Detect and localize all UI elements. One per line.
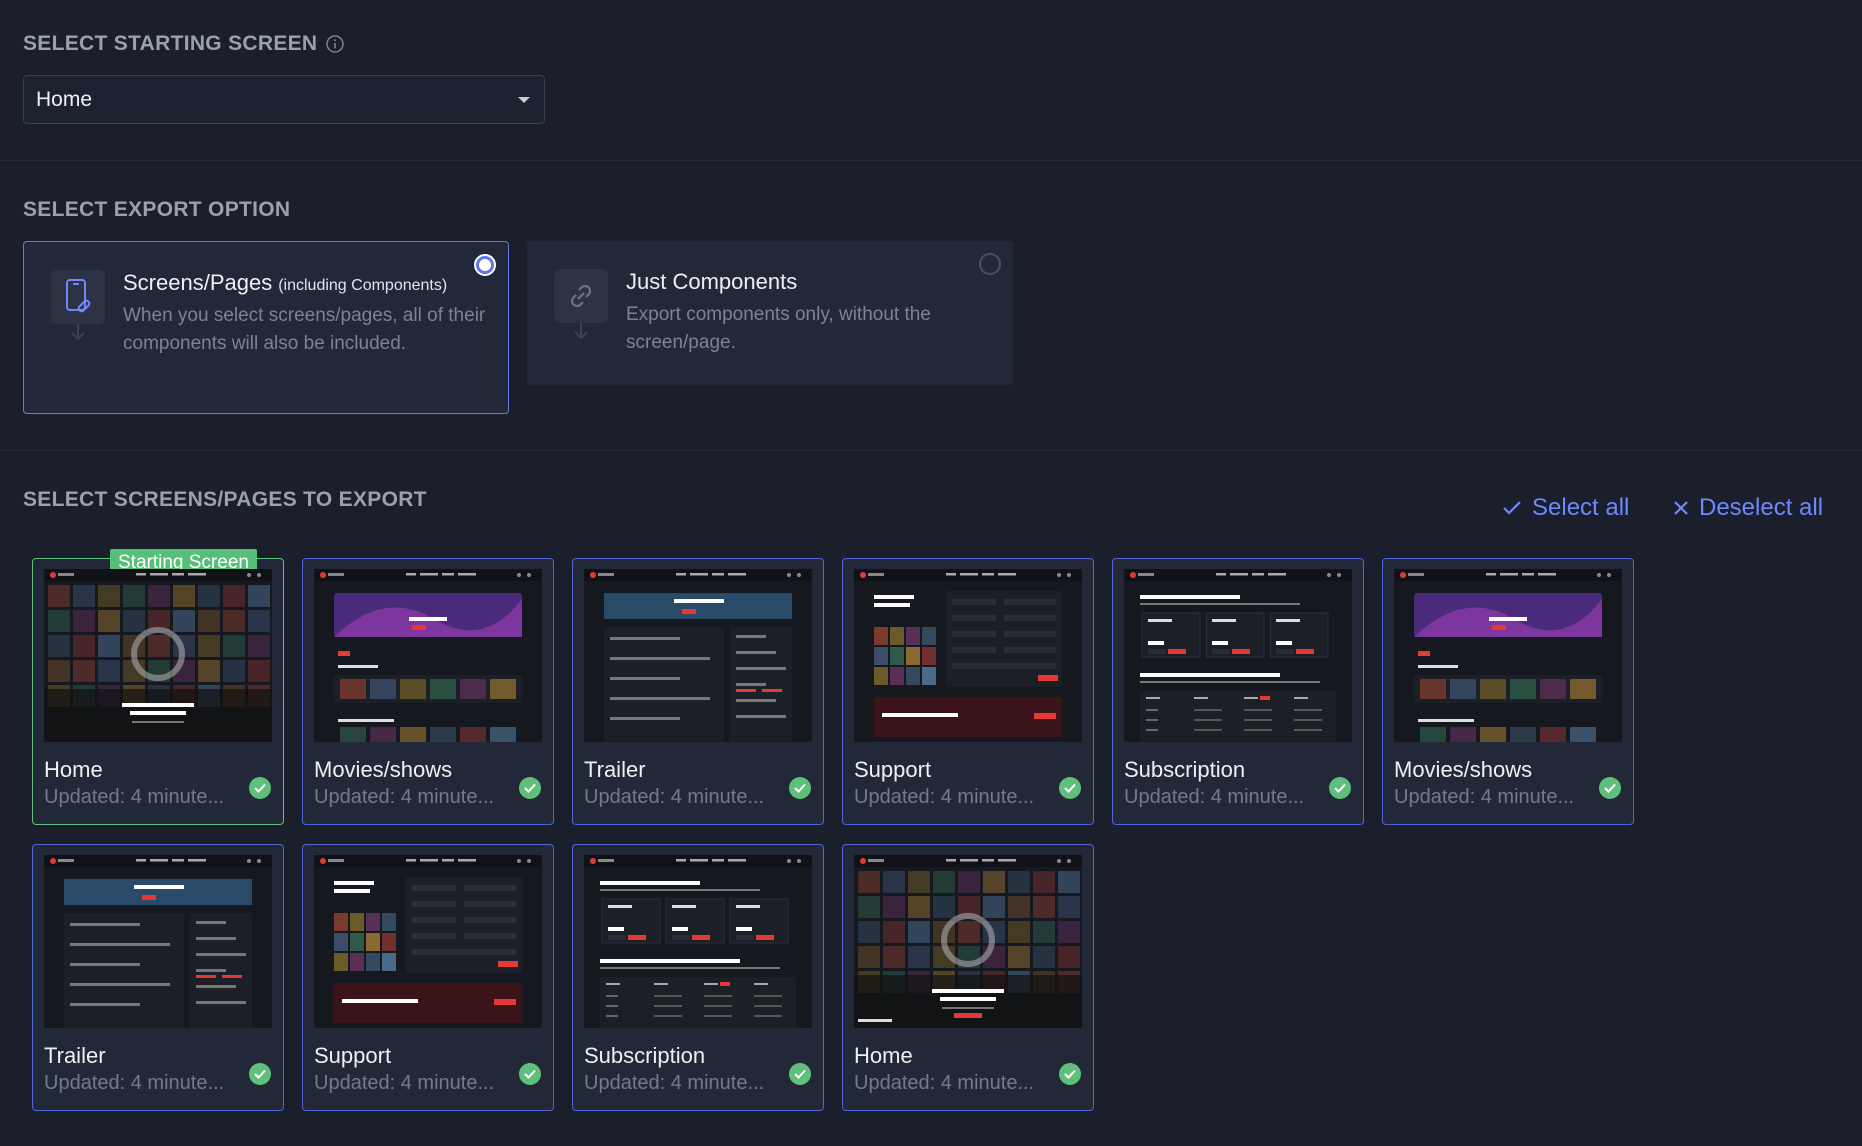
screen-thumbnail bbox=[314, 855, 542, 1028]
screen-thumbnail bbox=[44, 569, 272, 742]
screen-card[interactable]: Movies/shows Updated: 4 minute... bbox=[1382, 558, 1634, 825]
screen-name: Trailer bbox=[44, 1043, 106, 1068]
starting-screen-select[interactable]: Home bbox=[23, 75, 545, 124]
check-circle-icon[interactable] bbox=[789, 777, 811, 799]
screen-updated: Updated: 4 minute... bbox=[854, 786, 1035, 808]
check-circle-icon[interactable] bbox=[249, 1063, 271, 1085]
screen-updated: Updated: 4 minute... bbox=[1394, 786, 1575, 808]
export-option-title: SELECT EXPORT OPTION bbox=[23, 198, 291, 221]
screen-thumbnail bbox=[44, 855, 272, 1028]
select-all-button[interactable]: Select all bbox=[1502, 494, 1629, 522]
check-circle-icon[interactable] bbox=[519, 777, 541, 799]
option-description: Export components only, without the scre… bbox=[626, 304, 931, 353]
starting-screen-title: SELECT STARTING SCREEN bbox=[23, 32, 345, 56]
check-icon bbox=[1503, 501, 1521, 515]
link-icon bbox=[554, 269, 608, 323]
arrow-down-icon bbox=[71, 324, 85, 341]
screen-thumbnail bbox=[1124, 569, 1352, 742]
check-circle-icon[interactable] bbox=[1059, 1063, 1081, 1085]
screen-card[interactable]: Home Updated: 4 minute... bbox=[842, 844, 1094, 1111]
option-title: Just Components bbox=[626, 269, 798, 294]
divider bbox=[0, 160, 1862, 161]
deselect-all-button[interactable]: Deselect all bbox=[1673, 494, 1823, 522]
screen-name: Home bbox=[44, 757, 103, 782]
caret-down-icon bbox=[518, 96, 530, 103]
screen-updated: Updated: 4 minute... bbox=[584, 1072, 765, 1094]
screens-export-title: SELECT SCREENS/PAGES TO EXPORT bbox=[23, 488, 427, 511]
screen-updated: Updated: 4 minute... bbox=[314, 786, 495, 808]
screen-thumbnail bbox=[854, 569, 1082, 742]
screen-updated: Updated: 4 minute... bbox=[854, 1072, 1035, 1094]
screen-thumbnail bbox=[854, 855, 1082, 1028]
radio-unselected[interactable] bbox=[979, 253, 1001, 275]
screen-card[interactable]: Subscription Updated: 4 minute... bbox=[572, 844, 824, 1111]
screen-name: Movies/shows bbox=[1394, 757, 1533, 782]
phone-link-icon bbox=[51, 270, 105, 324]
screen-card[interactable]: Trailer Updated: 4 minute... bbox=[572, 558, 824, 825]
screen-name: Subscription bbox=[584, 1043, 706, 1068]
screen-updated: Updated: 4 minute... bbox=[44, 1072, 225, 1094]
export-option-just-components[interactable]: Just Components Export components only, … bbox=[527, 241, 1013, 385]
screen-updated: Updated: 4 minute... bbox=[314, 1072, 495, 1094]
screen-name: Movies/shows bbox=[314, 757, 453, 782]
screen-card[interactable]: Trailer Updated: 4 minute... bbox=[32, 844, 284, 1111]
screen-thumbnail bbox=[314, 569, 542, 742]
screen-thumbnail bbox=[1394, 569, 1622, 742]
radio-selected[interactable] bbox=[474, 254, 496, 276]
screen-card[interactable]: Support Updated: 4 minute... bbox=[842, 558, 1094, 825]
screen-name: Subscription bbox=[1124, 757, 1246, 782]
screen-updated: Updated: 4 minute... bbox=[1124, 786, 1305, 808]
screen-card[interactable]: Movies/shows Updated: 4 minute... bbox=[302, 558, 554, 825]
screen-card[interactable]: Support Updated: 4 minute... bbox=[302, 844, 554, 1111]
screen-thumbnail bbox=[584, 855, 812, 1028]
starting-screen-value: Home bbox=[36, 87, 93, 111]
check-circle-icon[interactable] bbox=[1329, 777, 1351, 799]
screen-card[interactable]: Subscription Updated: 4 minute... bbox=[1112, 558, 1364, 825]
option-title: Screens/Pages (including Components) bbox=[123, 270, 448, 295]
screen-updated: Updated: 4 minute... bbox=[584, 786, 765, 808]
check-circle-icon[interactable] bbox=[1059, 777, 1081, 799]
screen-name: Home bbox=[854, 1043, 913, 1068]
arrow-down-icon bbox=[574, 323, 588, 340]
check-circle-icon[interactable] bbox=[519, 1063, 541, 1085]
screen-name: Support bbox=[854, 757, 932, 782]
divider bbox=[0, 450, 1862, 451]
screen-thumbnail bbox=[584, 569, 812, 742]
screen-updated: Updated: 4 minute... bbox=[44, 786, 225, 808]
check-circle-icon[interactable] bbox=[249, 777, 271, 799]
close-icon bbox=[1674, 501, 1688, 515]
check-circle-icon[interactable] bbox=[1599, 777, 1621, 799]
screen-name: Support bbox=[314, 1043, 392, 1068]
option-description: When you select screens/pages, all of th… bbox=[123, 305, 486, 354]
export-option-screens-pages[interactable]: Screens/Pages (including Components) When… bbox=[23, 241, 509, 414]
info-icon[interactable] bbox=[325, 34, 345, 54]
screen-name: Trailer bbox=[584, 757, 646, 782]
check-circle-icon[interactable] bbox=[789, 1063, 811, 1085]
screen-card[interactable]: Starting Screen Home Updated: 4 minute... bbox=[32, 549, 284, 825]
